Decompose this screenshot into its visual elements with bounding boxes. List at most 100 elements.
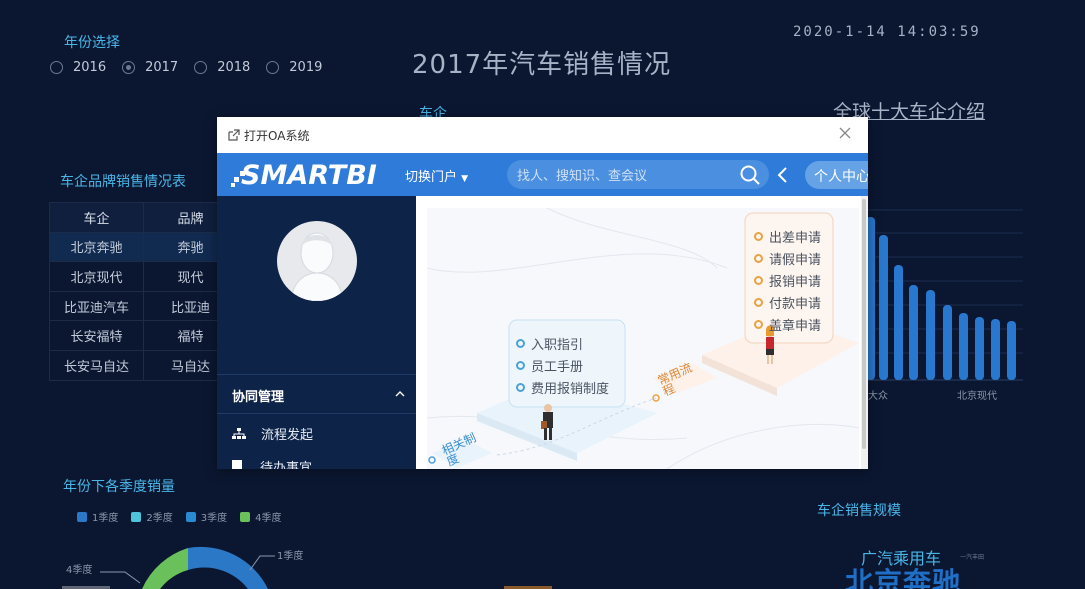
legend-swatch [185, 511, 196, 522]
table-cell: 长安福特 [49, 320, 144, 351]
portal-sidebar: 协同管理 流程发起 待办事宜 [217, 196, 416, 469]
bar [959, 313, 968, 380]
legend-swatch [131, 511, 142, 522]
search-icon[interactable] [740, 165, 760, 185]
close-icon[interactable] [839, 127, 851, 139]
user-silhouette-icon [290, 232, 344, 301]
callout-line-q1 [249, 555, 275, 571]
table-header-row: 车企 品牌 [49, 202, 238, 233]
circle-bullet-icon [754, 320, 763, 329]
legend-swatch [240, 511, 251, 522]
personal-center-button[interactable]: 个人中心 [805, 161, 868, 189]
dashboard: 年份选择 2016 2017 2018 2019 2017年汽车销售情况 202… [0, 0, 1085, 589]
chevron-left-icon[interactable] [776, 166, 788, 184]
circle-bullet-icon [516, 361, 525, 370]
wordcloud-word: 北京奔驰 [845, 566, 962, 589]
bar-x-label: 北京现代 [957, 391, 997, 402]
avatar[interactable] [277, 221, 357, 301]
sidebar-section-collab[interactable]: 协同管理 [232, 386, 284, 405]
callout-label-q4: 4季度 [66, 563, 92, 576]
radio-dot-icon [266, 61, 280, 74]
circle-bullet-icon [754, 276, 763, 285]
org-chart-icon [232, 427, 246, 439]
chevron-up-icon[interactable] [395, 390, 405, 397]
season-donut-chart: 4季度 1季度 [66, 546, 303, 589]
radio-dot-icon [194, 61, 208, 74]
portal-illustration: 出差申请 请假申请 报销申请 付款申请 盖章申请 入职指引 员工手册 费用报销制… [427, 208, 859, 469]
modal-title: 打开OA系统 [244, 128, 310, 143]
bar [879, 235, 888, 380]
legend-item[interactable]: 4季度 [240, 509, 282, 524]
table-row[interactable]: 长安福特 福特 [49, 320, 238, 351]
search-input[interactable]: 找人、搜知识、查会议 [507, 160, 769, 189]
table-row[interactable]: 北京奔驰 奔驰 [49, 231, 238, 263]
donut-slice-q4 [142, 548, 188, 589]
bar [975, 317, 984, 380]
table-cell: 北京奔驰 [49, 231, 144, 263]
table-cell: 北京现代 [49, 261, 144, 292]
circle-bullet-icon [754, 254, 763, 263]
year-radio-2018[interactable]: 2018 [194, 60, 250, 75]
season-legend: 1季度 2季度 3季度 4季度 [77, 509, 295, 524]
callout-label-q1: 1季度 [277, 549, 303, 562]
scrollbar-thumb[interactable] [862, 199, 866, 449]
list-item[interactable]: 请假申请 [754, 249, 821, 268]
circle-bullet-icon [516, 383, 525, 392]
year-radio-2016[interactable]: 2016 [50, 60, 106, 75]
document-icon [232, 459, 242, 469]
content-scrollbar[interactable] [861, 196, 868, 469]
svg-text:SMARTBI: SMARTBI [241, 160, 377, 191]
donut-slice-q1 [188, 546, 268, 589]
legend-swatch [77, 511, 87, 522]
circle-bullet-icon [754, 298, 763, 307]
bar [943, 305, 952, 380]
sidebar-item-todo[interactable]: 待办事宜 [232, 457, 312, 469]
bar [909, 285, 918, 380]
switch-portal-dropdown[interactable]: 切换门户 ▼ [405, 166, 468, 185]
brand-table-title: 车企品牌销售情况表 [60, 174, 186, 190]
portal-topbar: SMARTBI 切换门户 ▼ 找人、搜知识、查会议 个人中心 [217, 153, 868, 196]
divider [217, 413, 416, 414]
list-item[interactable]: 入职指引 [516, 334, 583, 353]
sidebar-item-start-flow[interactable]: 流程发起 [232, 424, 313, 443]
year-radio-group: 2016 2017 2018 2019 [50, 60, 338, 75]
year-radio-2017[interactable]: 2017 [122, 60, 178, 75]
circle-bullet-icon [516, 339, 525, 348]
page-title: 2017年汽车销售情况 [412, 50, 672, 80]
bar [991, 319, 1000, 380]
list-item[interactable]: 费用报销制度 [516, 378, 609, 397]
oa-modal: 打开OA系统 SMARTBI 切换门户 ▼ 找人、搜知识、查会议 个人中心 协同… [217, 117, 868, 469]
bar [926, 290, 935, 380]
scale-chart-title: 车企销售规模 [817, 503, 901, 519]
modal-header: 打开OA系统 [217, 117, 868, 153]
legend-item[interactable]: 3季度 [185, 509, 227, 524]
radio-dot-icon [50, 61, 63, 74]
list-item[interactable]: 出差申请 [754, 227, 821, 246]
season-chart-title: 年份下各季度销量 [63, 479, 175, 495]
legend-item[interactable]: 1季度 [77, 509, 118, 524]
table-cell: 比亚迪汽车 [49, 290, 144, 322]
list-item[interactable]: 盖章申请 [754, 315, 821, 334]
bar [1007, 321, 1016, 380]
table-row[interactable]: 长安马自达 马自达 [49, 349, 238, 381]
table-row[interactable]: 北京现代 现代 [49, 261, 238, 292]
bar-x-label: 大众 [868, 391, 888, 402]
callout-line-q4 [100, 571, 141, 584]
bar [894, 265, 903, 380]
table-row[interactable]: 比亚迪汽车 比亚迪 [49, 290, 238, 322]
list-item[interactable]: 付款申请 [754, 293, 821, 312]
smartbi-logo[interactable]: SMARTBI [231, 157, 391, 191]
radio-dot-selected-icon [122, 61, 136, 74]
wordcloud-word: 一汽丰田 [960, 554, 985, 561]
year-select-title: 年份选择 [64, 35, 120, 51]
datetime-display: 2020-1-14 14:03:59 [793, 24, 981, 40]
divider [217, 374, 416, 375]
year-radio-2019[interactable]: 2019 [266, 60, 322, 75]
company-bar-chart [853, 209, 1023, 381]
legend-item[interactable]: 2季度 [131, 509, 173, 524]
brand-sales-table: 车企 品牌 北京奔驰 奔驰 北京现代 现代 比亚迪汽车 比亚迪 长安福特 福特 … [49, 202, 238, 381]
external-link-icon[interactable] [228, 129, 240, 141]
table-cell: 长安马自达 [49, 349, 144, 381]
list-item[interactable]: 报销申请 [754, 271, 821, 290]
list-item[interactable]: 员工手册 [516, 356, 583, 375]
